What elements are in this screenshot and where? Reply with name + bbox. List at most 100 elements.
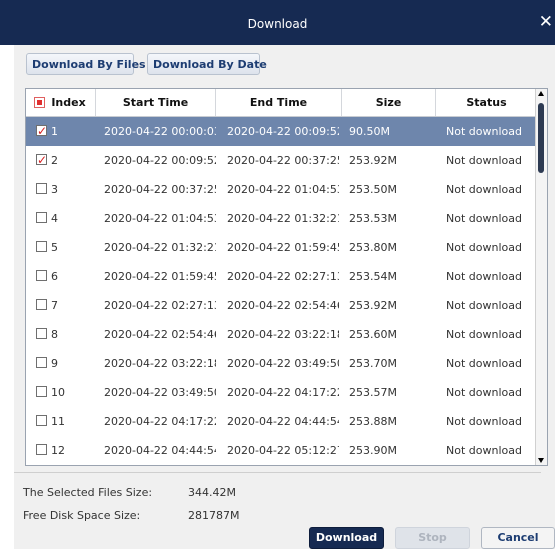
row-index: 9 — [51, 357, 58, 370]
row-index: 4 — [51, 212, 58, 225]
row-end: 2020-04-22 01:04:53 — [227, 183, 339, 196]
row-index: 12 — [51, 444, 65, 457]
row-size: 90.50M — [349, 125, 390, 138]
row-checkbox[interactable] — [36, 270, 47, 281]
row-checkbox[interactable]: ✓ — [36, 124, 48, 138]
row-size: 253.90M — [349, 444, 397, 457]
row-start: 2020-04-22 02:27:13 — [104, 299, 216, 312]
row-index: 5 — [51, 241, 58, 254]
header-size[interactable]: Size — [342, 89, 436, 116]
free-space-value: 281787M — [188, 509, 240, 522]
table-row[interactable]: 7 2020-04-22 02:27:13 2020-04-22 02:54:46 2… — [26, 291, 537, 320]
row-checkbox[interactable] — [36, 415, 47, 426]
row-size: 253.92M — [349, 154, 397, 167]
row-start: 2020-04-22 02:54:46 — [104, 328, 216, 341]
table-row[interactable]: 11 2020-04-22 04:17:22 2020-04-22 04:44:54… — [26, 407, 537, 436]
row-checkbox[interactable] — [36, 386, 47, 397]
table-row[interactable]: 8 2020-04-22 02:54:46 2020-04-22 03:22:18 2… — [26, 320, 537, 349]
row-end: 2020-04-22 02:54:46 — [227, 299, 339, 312]
row-start: 2020-04-22 01:32:21 — [104, 241, 216, 254]
row-end: 2020-04-22 04:44:54 — [227, 415, 339, 428]
row-end: 2020-04-22 01:59:45 — [227, 241, 339, 254]
selected-size-label: The Selected Files Size: — [23, 486, 153, 499]
check-icon: ✓ — [37, 124, 48, 138]
row-status: Not download — [446, 241, 522, 254]
table-row[interactable]: 5 2020-04-22 01:32:21 2020-04-22 01:59:45 2… — [26, 233, 537, 262]
table-row[interactable]: 10 2020-04-22 03:49:50 2020-04-22 04:17:22… — [26, 378, 537, 407]
header-start-time[interactable]: Start Time — [96, 89, 216, 116]
divider — [14, 472, 541, 473]
table-row[interactable]: 12 2020-04-22 04:44:54 2020-04-22 05:12:27… — [26, 436, 537, 465]
stop-button[interactable]: Stop — [395, 527, 470, 549]
row-checkbox[interactable] — [36, 299, 47, 310]
row-start: 2020-04-22 04:44:54 — [104, 444, 216, 457]
row-checkbox[interactable] — [36, 183, 47, 194]
row-end: 2020-04-22 04:17:22 — [227, 386, 339, 399]
row-start: 2020-04-22 00:00:03 — [104, 125, 216, 138]
vertical-scrollbar[interactable] — [535, 89, 547, 465]
table-row[interactable]: 3 2020-04-22 00:37:25 2020-04-22 01:04:53 2… — [26, 175, 537, 204]
tab-download-by-files[interactable]: Download By Files — [26, 53, 146, 75]
cancel-button[interactable]: Cancel — [481, 527, 555, 549]
row-status: Not download — [446, 154, 522, 167]
row-start: 2020-04-22 04:17:22 — [104, 415, 216, 428]
row-status: Not download — [446, 125, 522, 138]
file-table: Index Start Time End Time Size Status ✓ 1… — [25, 88, 548, 466]
row-start: 2020-04-22 01:04:53 — [104, 212, 216, 225]
scrollbar-thumb[interactable] — [538, 103, 544, 173]
row-status: Not download — [446, 386, 522, 399]
row-end: 2020-04-22 01:32:21 — [227, 212, 339, 225]
close-icon[interactable]: ✕ — [539, 14, 553, 31]
row-status: Not download — [446, 212, 522, 225]
row-index: 7 — [51, 299, 58, 312]
row-size: 253.57M — [349, 386, 397, 399]
table-header: Index Start Time End Time Size Status — [26, 89, 537, 117]
tab-download-by-date[interactable]: Download By Date — [147, 53, 267, 75]
row-index: 8 — [51, 328, 58, 341]
row-status: Not download — [446, 357, 522, 370]
select-all-checkbox[interactable] — [34, 97, 45, 108]
row-checkbox[interactable] — [36, 241, 47, 252]
table-row[interactable]: ✓ 1 2020-04-22 00:00:03 2020-04-22 00:09:52… — [26, 117, 537, 146]
row-start: 2020-04-22 00:37:25 — [104, 183, 216, 196]
row-checkbox[interactable]: ✓ — [36, 154, 47, 166]
scroll-down-icon[interactable] — [538, 458, 544, 463]
row-size: 253.54M — [349, 270, 397, 283]
row-index: 6 — [51, 270, 58, 283]
table-row[interactable]: 9 2020-04-22 03:22:18 2020-04-22 03:49:50 2… — [26, 349, 537, 378]
header-index-label: Index — [51, 96, 86, 109]
window-title: Download — [247, 17, 308, 31]
row-size: 253.70M — [349, 357, 397, 370]
row-size: 253.80M — [349, 241, 397, 254]
header-end-time[interactable]: End Time — [216, 89, 342, 116]
row-checkbox[interactable] — [36, 444, 47, 455]
selected-size-value: 344.42M — [188, 486, 236, 499]
table-row[interactable]: 4 2020-04-22 01:04:53 2020-04-22 01:32:21 2… — [26, 204, 537, 233]
row-index: 3 — [51, 183, 58, 196]
table-row[interactable]: ✓ 2 2020-04-22 00:09:52 2020-04-22 00:37:25… — [26, 146, 537, 175]
scroll-up-icon[interactable] — [538, 91, 544, 96]
table-row[interactable]: 6 2020-04-22 01:59:45 2020-04-22 02:27:13 2… — [26, 262, 537, 291]
row-status: Not download — [446, 328, 522, 341]
row-size: 253.92M — [349, 299, 397, 312]
row-status: Not download — [446, 444, 522, 457]
header-status[interactable]: Status — [436, 89, 537, 116]
free-space-label: Free Disk Space Size: — [23, 509, 141, 522]
row-checkbox[interactable] — [36, 212, 47, 223]
header-index[interactable]: Index — [26, 89, 96, 116]
row-checkbox[interactable] — [36, 357, 47, 368]
row-size: 253.60M — [349, 328, 397, 341]
title-bar: Download ✕ — [0, 0, 555, 45]
row-end: 2020-04-22 00:09:52 — [227, 125, 339, 138]
row-status: Not download — [446, 299, 522, 312]
row-end: 2020-04-22 02:27:13 — [227, 270, 339, 283]
download-button[interactable]: Download — [309, 527, 384, 549]
row-start: 2020-04-22 01:59:45 — [104, 270, 216, 283]
row-end: 2020-04-22 00:37:25 — [227, 154, 339, 167]
row-status: Not download — [446, 183, 522, 196]
row-status: Not download — [446, 415, 522, 428]
row-index: 1 — [51, 125, 58, 138]
row-index: 11 — [51, 415, 65, 428]
row-checkbox[interactable] — [36, 328, 47, 339]
row-size: 253.50M — [349, 183, 397, 196]
